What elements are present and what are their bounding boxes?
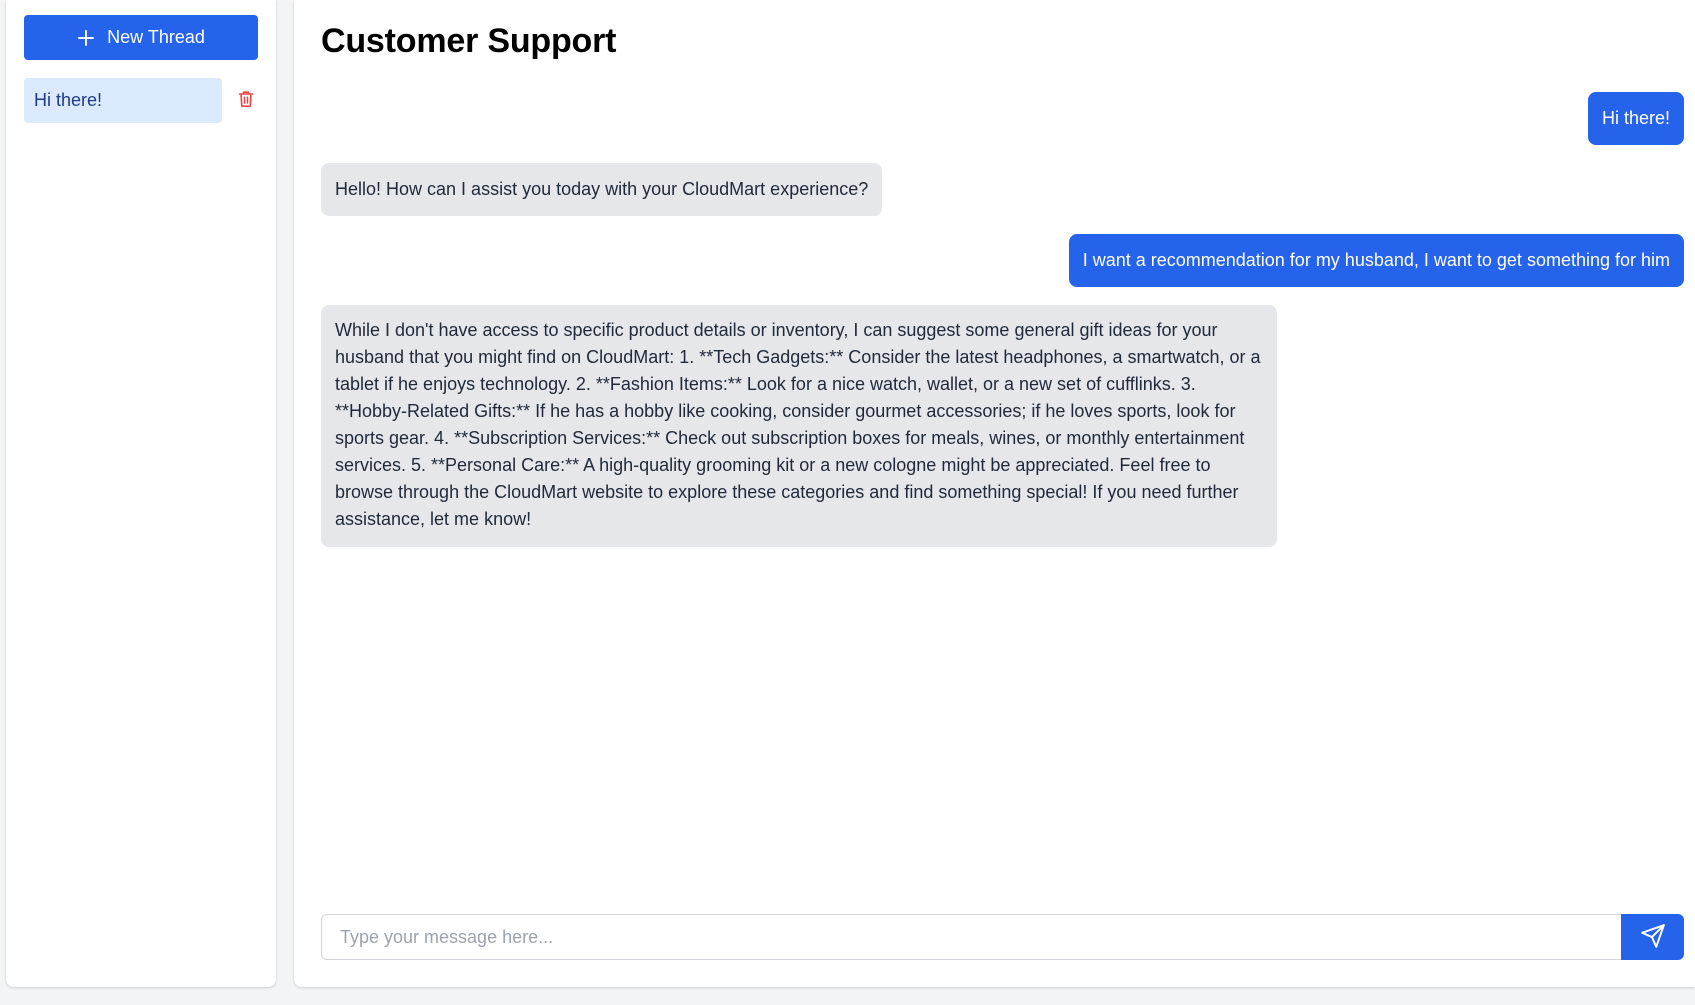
sidebar: New Thread Hi there!: [6, 0, 276, 987]
chat-panel: Customer Support Hi there! Hello! How ca…: [294, 0, 1695, 987]
thread-item-title: Hi there!: [34, 90, 103, 110]
message-composer: [321, 914, 1684, 960]
message-list: Hi there! Hello! How can I assist you to…: [321, 92, 1684, 565]
delete-thread-button[interactable]: [235, 90, 257, 112]
message-row: I want a recommendation for my husband, …: [321, 234, 1684, 287]
user-message-bubble: I want a recommendation for my husband, …: [1068, 234, 1684, 287]
message-row: While I don't have access to specific pr…: [321, 305, 1684, 547]
send-icon: [1640, 923, 1666, 952]
plus-icon: [77, 29, 95, 47]
message-row: Hello! How can I assist you today with y…: [321, 163, 1684, 216]
new-thread-label: New Thread: [107, 27, 205, 47]
assistant-message-bubble: While I don't have access to specific pr…: [321, 305, 1277, 547]
message-input[interactable]: [321, 914, 1621, 960]
thread-item-hi-there[interactable]: Hi there!: [24, 78, 222, 123]
assistant-message-bubble: Hello! How can I assist you today with y…: [321, 163, 883, 216]
page-title: Customer Support: [321, 22, 617, 60]
trash-icon: [238, 90, 254, 113]
send-button[interactable]: [1621, 914, 1684, 960]
new-thread-button[interactable]: New Thread: [24, 15, 258, 60]
user-message-bubble: Hi there!: [1587, 92, 1684, 145]
message-row: Hi there!: [321, 92, 1684, 145]
